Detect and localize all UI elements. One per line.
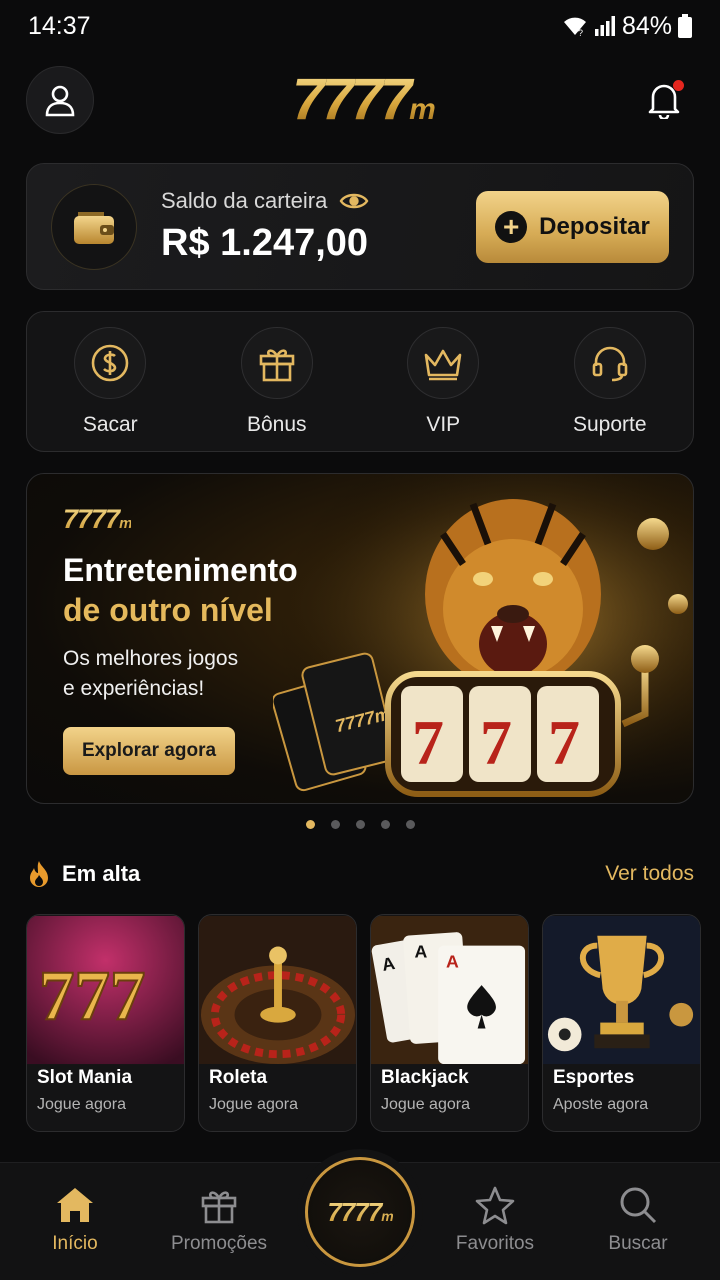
roulette-thumbnail: [199, 915, 356, 1065]
svg-text:7: 7: [480, 707, 512, 778]
game-title: Esportes: [553, 1067, 635, 1088]
deposit-button[interactable]: + Depositar: [476, 190, 669, 263]
game-title: Roleta: [209, 1067, 268, 1088]
quick-action-label: Suporte: [572, 412, 647, 436]
wallet-balance: R$ 1.247,00: [161, 222, 369, 264]
home-icon: [57, 1188, 93, 1222]
banner-logo: 7777m: [63, 504, 132, 534]
trending-section-header: Em alta Ver todos: [26, 856, 694, 892]
svg-text:?: ?: [578, 28, 583, 37]
game-card-blackjack[interactable]: A A A Blackjack Jogue agora: [370, 914, 529, 1132]
section-title: Em alta: [62, 861, 141, 886]
wallet-icon: [51, 183, 137, 270]
banner-title-highlight: de outro nível: [63, 592, 273, 628]
fire-icon: [30, 861, 48, 887]
gift-icon: [240, 326, 313, 399]
gift-icon: [201, 1191, 237, 1224]
search-icon: [620, 1187, 657, 1224]
carousel-dot[interactable]: [355, 820, 365, 829]
notifications-button[interactable]: [634, 70, 694, 130]
explore-button[interactable]: Explorar agora: [63, 727, 235, 775]
wallet-info: Saldo da carteira R$ 1.247,00: [161, 188, 476, 265]
see-all-link[interactable]: Ver todos: [605, 862, 694, 886]
nav-center-home-logo[interactable]: 7777m: [305, 1157, 415, 1267]
tiger-slot-illustration: 7777m 7 7 7: [273, 474, 693, 803]
quick-actions: Sacar Bônus VIP Suporte: [26, 311, 694, 452]
nav-item-inicio[interactable]: Início: [10, 1185, 140, 1255]
carousel-dot[interactable]: [330, 820, 340, 829]
game-subtitle: Aposte agora: [553, 1096, 649, 1113]
game-card-esportes[interactable]: Esportes Aposte agora: [542, 914, 701, 1132]
quick-action-label: Sacar: [82, 412, 138, 436]
game-subtitle: Jogue agora: [209, 1096, 298, 1113]
svg-text:7: 7: [548, 707, 580, 778]
plus-icon: +: [495, 210, 528, 243]
battery-percent: 84%: [621, 11, 672, 40]
eye-icon[interactable]: [339, 191, 369, 211]
status-icons: ? 84%: [562, 12, 692, 41]
deposit-label: Depositar: [539, 212, 650, 240]
carousel-indicator: [0, 820, 720, 829]
app-logo: 7777m: [292, 67, 436, 132]
headset-icon: [573, 326, 646, 399]
status-bar: 14:37 ? 84%: [0, 0, 720, 52]
game-card-slot-mania[interactable]: 777 Slot Mania Jogue agora: [26, 914, 185, 1132]
svg-text:A: A: [446, 951, 459, 971]
slot-mania-thumbnail: 777: [27, 915, 184, 1065]
svg-text:777: 777: [39, 958, 146, 1036]
quick-action-bonus[interactable]: Bônus: [207, 326, 347, 437]
quick-action-sacar[interactable]: Sacar: [40, 326, 180, 437]
nav-label: Favoritos: [455, 1233, 535, 1254]
app-header: 7777m: [26, 66, 694, 134]
promo-banner[interactable]: 7777m 7 7 7 7777m Entretenimento de outr…: [26, 473, 694, 804]
svg-text:A: A: [414, 941, 427, 961]
bottom-navigation: Início Promoções 7777m Favoritos Buscar: [0, 1157, 720, 1280]
sports-trophy-thumbnail: [543, 915, 700, 1065]
center-logo: 7777m: [327, 1196, 393, 1227]
nav-item-buscar[interactable]: Buscar: [573, 1185, 703, 1255]
trending-games: 777 Slot Mania Jogue agora Roleta Jogue …: [26, 914, 720, 1132]
game-card-roleta[interactable]: Roleta Jogue agora: [198, 914, 357, 1132]
quick-action-suporte[interactable]: Suporte: [540, 326, 680, 437]
user-icon: [45, 85, 75, 117]
carousel-dot[interactable]: [380, 820, 390, 829]
carousel-dot[interactable]: [405, 820, 415, 829]
status-time: 14:37: [28, 11, 91, 40]
nav-item-promocoes[interactable]: Promoções: [154, 1185, 284, 1255]
banner-subtitle: Os melhores jogos e experiências!: [63, 647, 239, 700]
quick-action-vip[interactable]: VIP: [373, 326, 513, 437]
wifi-icon: ?: [563, 17, 586, 37]
quick-action-label: Bônus: [246, 412, 307, 436]
game-subtitle: Jogue agora: [381, 1096, 470, 1113]
battery-icon: [678, 14, 692, 38]
wallet-card: Saldo da carteira R$ 1.247,00 + Deposita…: [26, 163, 694, 290]
profile-button[interactable]: [26, 66, 94, 134]
game-subtitle: Jogue agora: [37, 1096, 126, 1113]
banner-title: Entretenimento: [63, 552, 298, 588]
star-icon: [475, 1186, 515, 1225]
signal-icon: [594, 16, 615, 36]
nav-label: Buscar: [608, 1233, 668, 1254]
dollar-coin-icon: [74, 326, 147, 399]
game-title: Slot Mania: [37, 1067, 133, 1088]
nav-item-favoritos[interactable]: Favoritos: [430, 1185, 560, 1255]
crown-icon: [407, 326, 480, 399]
nav-label: Início: [52, 1233, 98, 1254]
quick-action-label: VIP: [426, 412, 461, 436]
svg-text:7: 7: [412, 707, 444, 778]
blackjack-thumbnail: A A A: [371, 915, 528, 1065]
nav-label: Promoções: [170, 1233, 268, 1254]
notification-badge: [673, 80, 684, 91]
wallet-label: Saldo da carteira: [161, 188, 328, 213]
game-title: Blackjack: [381, 1067, 469, 1088]
carousel-dot[interactable]: [305, 820, 315, 829]
